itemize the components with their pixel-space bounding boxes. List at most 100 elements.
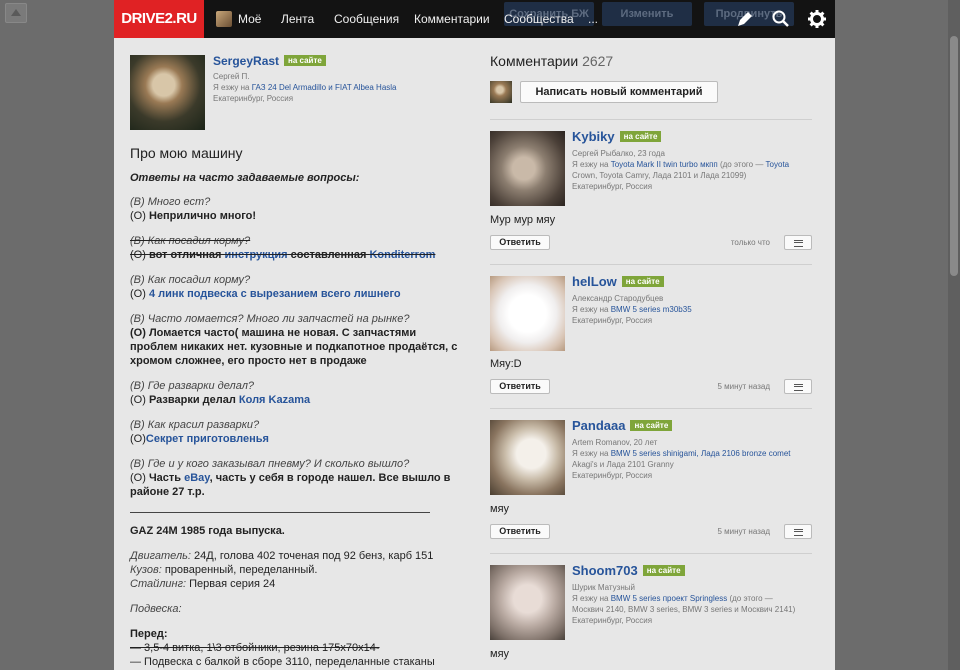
comment-text: мяу: [490, 648, 510, 660]
reply-button[interactable]: Ответить: [490, 524, 550, 539]
faq-a4-line3: хромом сложнее, его просто нет в продаже: [130, 355, 367, 367]
comment-author[interactable]: Kybiky на сайте: [572, 129, 662, 144]
faq-q3: (В) Как посадил корму?: [130, 274, 251, 286]
write-comment-button[interactable]: Написать новый комментарий: [520, 81, 718, 103]
reply-button[interactable]: Ответить: [490, 379, 550, 394]
about-title: Про мою машину: [130, 145, 243, 161]
comments-title: Комментарии 2627: [490, 53, 614, 69]
faq-q6: (В) Как красил разварки?: [130, 419, 260, 431]
comment-cars: Я езжу на BMW 5 series shinigami, Лада 2…: [572, 449, 791, 458]
comment-text: мяу: [490, 503, 510, 515]
instruction-link[interactable]: инструкция: [225, 249, 288, 261]
car-title: GAZ 24M 1985 года выпуска.: [130, 525, 285, 537]
faq-q2: (В) Как посадил корму?: [130, 235, 251, 247]
suspension-label: Подвеска:: [130, 603, 182, 615]
top-navigation-bar: Сохранить БЖ Изменить Продвинуть DRIVE2.…: [114, 0, 835, 38]
front-line1: — 3,5-4 витка, 1\3 отбойники, резина 175…: [130, 642, 380, 654]
comment-text: Мур мур мяу: [490, 214, 556, 226]
faq-a7-line2: районе 27 т.р.: [130, 486, 205, 498]
comment-cars-line2[interactable]: Akagi's и Лада 2101 Granny: [572, 459, 674, 470]
profile-cars: Я езжу на ГАЗ 24 Del Armadillo и FIAT Al…: [213, 83, 397, 92]
comment-meta: Сергей Рыбалко, 23 года: [572, 149, 665, 158]
separator: [490, 119, 812, 120]
ebay-link[interactable]: eBay: [184, 472, 209, 484]
comment-city: Екатеринбург, Россия: [572, 471, 653, 480]
comment-cars-line2[interactable]: Crown, Toyota Camry, Лада 2101 и Лада 21…: [572, 170, 746, 181]
nav-feed[interactable]: Лента: [281, 0, 314, 38]
separator: [490, 264, 812, 265]
comment-avatar[interactable]: [490, 420, 565, 495]
site-logo[interactable]: DRIVE2.RU: [114, 0, 204, 38]
comment-author[interactable]: Pandaaa на сайте: [572, 418, 673, 433]
window-scrollbar[interactable]: [948, 0, 960, 670]
faq-q5: (В) Где разварки делал?: [130, 380, 255, 392]
scroll-top-button[interactable]: [5, 3, 27, 23]
faq-a4-line2: проблем никаких нет. кузовные и подкапот…: [130, 341, 458, 353]
comment-time: 5 минут назад: [717, 527, 770, 536]
secret-link[interactable]: Секрет приготовленья: [146, 433, 269, 445]
faq-q1: (В) Много ест?: [130, 196, 211, 208]
styling-line: Стайлинг: Первая серия 24: [130, 578, 276, 590]
online-badge: на сайте: [642, 565, 685, 576]
online-badge: на сайте: [284, 55, 326, 66]
reply-button[interactable]: Ответить: [490, 235, 550, 250]
profile-avatar[interactable]: [130, 55, 205, 130]
profile-city: Екатеринбург, Россия: [213, 94, 294, 103]
faq-heading: Ответы на часто задаваемые вопросы:: [130, 172, 360, 184]
profile-name[interactable]: SergeyRast на сайте: [213, 54, 326, 68]
comment-cars-line2[interactable]: Москвич 2140, BMW 3 series, BMW 3 series…: [572, 604, 795, 615]
comment-cars: Я езжу на BMW 5 series проект Springless…: [572, 594, 773, 603]
nav-communities[interactable]: Сообщества: [504, 0, 574, 38]
comment-cars: Я езжу на Toyota Mark II twin turbo мкпп…: [572, 160, 790, 169]
comment-avatar[interactable]: [490, 276, 565, 351]
faq-a4-line1: (О) Ломается часто( машина не новая. С з…: [130, 327, 417, 339]
front-label: Перед:: [130, 628, 168, 640]
profile-real-name: Сергей П.: [213, 72, 250, 81]
scrollbar-thumb[interactable]: [950, 36, 958, 276]
comment-avatar[interactable]: [490, 131, 565, 206]
my-avatar: [490, 81, 512, 103]
faq-a5: (О) Разварки делал Коля Kazama: [130, 394, 311, 406]
user-avatar-mini[interactable]: [216, 11, 232, 27]
online-badge: на сайте: [630, 420, 673, 431]
separator: [490, 553, 812, 554]
pencil-icon[interactable]: [735, 9, 755, 29]
faq-a2: (О) вот отличная инструкция составленная…: [130, 249, 436, 261]
comment-city: Екатеринбург, Россия: [572, 182, 653, 191]
nav-mine[interactable]: Моё: [238, 0, 261, 38]
menu-icon[interactable]: [784, 379, 812, 394]
engine-line: Двигатель: 24Д, голова 402 точеная под 9…: [130, 550, 434, 562]
comments-count: 2627: [582, 53, 614, 69]
faq-a6: (О)Секрет приготовленья: [130, 433, 269, 445]
profile-cars-link[interactable]: ГАЗ 24 Del Armadillo и FIAT Albea Hasla: [252, 83, 397, 92]
comment-avatar[interactable]: [490, 565, 565, 640]
body-line: Кузов: проваренный, переделанный.: [130, 564, 318, 576]
nav-more[interactable]: ...: [588, 0, 598, 38]
online-badge: на сайте: [619, 131, 662, 142]
separator: [490, 408, 812, 409]
comment-meta: Шурик Матузный: [572, 583, 635, 592]
page: Сохранить БЖ Изменить Продвинуть DRIVE2.…: [114, 0, 835, 670]
comment-city: Екатеринбург, Россия: [572, 616, 653, 625]
comment-meta: Александр Стародубцев: [572, 294, 664, 303]
comment-meta: Artem Romanov, 20 лет: [572, 438, 658, 447]
search-icon[interactable]: [771, 9, 791, 29]
menu-icon[interactable]: [784, 235, 812, 250]
comment-cars: Я езжу на BMW 5 series m30b35: [572, 305, 692, 314]
front-line2: — Подвеска с балкой в сборе 3110, переде…: [130, 656, 435, 668]
comment-author[interactable]: Shoom703 на сайте: [572, 563, 685, 578]
gear-icon[interactable]: [807, 9, 827, 29]
comment-text: Мяу:D: [490, 358, 522, 370]
kazama-link[interactable]: Коля Kazama: [239, 394, 310, 406]
konditerrom-link[interactable]: Konditerrom: [369, 249, 435, 261]
comment-city: Екатеринбург, Россия: [572, 316, 653, 325]
comment-time: 5 минут назад: [717, 382, 770, 391]
nav-comments[interactable]: Комментарии: [414, 0, 490, 38]
nav-messages[interactable]: Сообщения: [334, 0, 399, 38]
faq-q4: (В) Часто ломается? Много ли запчастей н…: [130, 313, 410, 325]
suspension-link[interactable]: 4 линк подвеска с вырезанием всего лишне…: [149, 288, 401, 300]
edit-ghost-button: Изменить: [602, 2, 692, 26]
faq-q7: (В) Где и у кого заказывал пневму? И ско…: [130, 458, 410, 470]
menu-icon[interactable]: [784, 524, 812, 539]
comment-author[interactable]: helLow на сайте: [572, 274, 664, 289]
